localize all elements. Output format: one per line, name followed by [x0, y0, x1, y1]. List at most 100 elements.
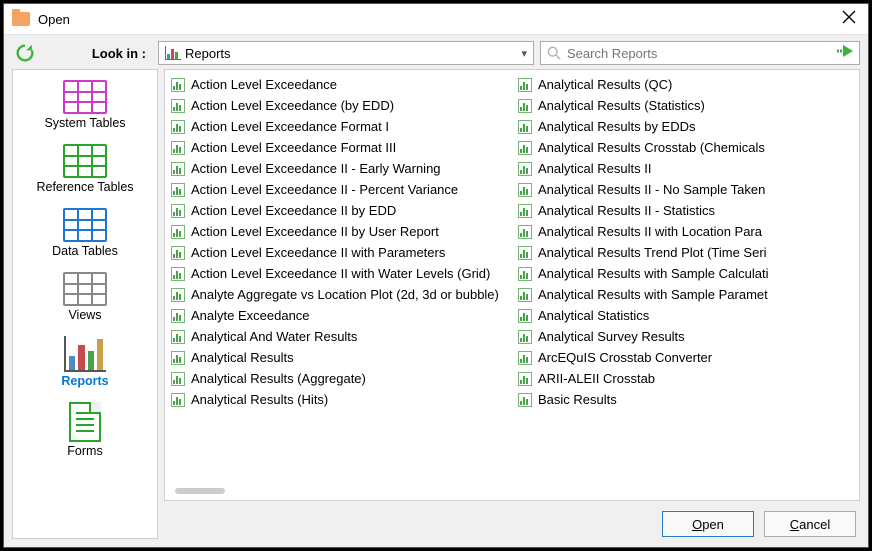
close-button[interactable]	[842, 10, 860, 28]
report-icon	[518, 78, 532, 92]
report-icon	[518, 225, 532, 239]
report-list[interactable]: Action Level Exceedance Action Level Exce…	[164, 69, 860, 501]
lookin-dropdown[interactable]: Reports ▾	[158, 41, 534, 65]
report-icon	[171, 183, 185, 197]
list-item[interactable]: Analytical Results with Sample Calculati	[512, 263, 859, 284]
list-item-label: Analytical Results Crosstab (Chemicals	[538, 140, 765, 155]
list-item[interactable]: Action Level Exceedance II by EDD	[165, 200, 512, 221]
search-input[interactable]	[565, 45, 833, 62]
sidebar-item-system-tables[interactable]: System Tables	[15, 76, 155, 136]
list-item[interactable]: Action Level Exceedance Format I	[165, 116, 512, 137]
list-item-label: Action Level Exceedance II with Water Le…	[191, 266, 490, 281]
search-icon	[547, 46, 561, 60]
list-item-label: Analytical And Water Results	[191, 329, 357, 344]
list-item[interactable]: Analytical Results (Aggregate)	[165, 368, 512, 389]
report-icon	[171, 204, 185, 218]
window-title: Open	[38, 12, 70, 27]
list-item[interactable]: Analytical Results by EDDs	[512, 116, 859, 137]
list-item-label: Action Level Exceedance Format I	[191, 119, 389, 134]
list-item-label: Action Level Exceedance II - Percent Var…	[191, 182, 458, 197]
list-item[interactable]: Analytical Results with Sample Paramet	[512, 284, 859, 305]
list-item-label: Action Level Exceedance II by User Repor…	[191, 224, 439, 239]
report-icon	[171, 267, 185, 281]
report-icon	[171, 372, 185, 386]
list-item[interactable]: Analytical Results II - No Sample Taken	[512, 179, 859, 200]
list-item-label: Action Level Exceedance II with Paramete…	[191, 245, 445, 260]
list-item[interactable]: Action Level Exceedance II with Water Le…	[165, 263, 512, 284]
cancel-button[interactable]: Cancel	[764, 511, 856, 537]
report-icon	[518, 246, 532, 260]
sidebar-item-label: Reference Tables	[36, 180, 133, 194]
list-item[interactable]: Analytical Results (QC)	[512, 74, 859, 95]
sidebar-item-label: Reports	[61, 374, 108, 388]
list-item[interactable]: ARII-ALEII Crosstab	[512, 368, 859, 389]
sidebar-item-label: System Tables	[44, 116, 125, 130]
report-icon	[518, 372, 532, 386]
refresh-icon	[14, 42, 36, 64]
report-icon	[171, 351, 185, 365]
open-button[interactable]: Open	[662, 511, 754, 537]
list-item[interactable]: Analytical And Water Results	[165, 326, 512, 347]
list-item[interactable]: Action Level Exceedance II with Paramete…	[165, 242, 512, 263]
report-icon	[518, 267, 532, 281]
list-item[interactable]: Analytical Results Trend Plot (Time Seri	[512, 242, 859, 263]
list-item[interactable]: Analytical Results II	[512, 158, 859, 179]
report-icon	[171, 120, 185, 134]
list-item[interactable]: Analyte Exceedance	[165, 305, 512, 326]
list-item[interactable]: Analytical Results Crosstab (Chemicals	[512, 137, 859, 158]
list-item[interactable]: ArcEQuIS Crosstab Converter	[512, 347, 859, 368]
report-icon	[518, 204, 532, 218]
dialog-buttons: Open Cancel	[164, 501, 860, 539]
sidebar-item-reports[interactable]: Reports	[15, 332, 155, 394]
list-item[interactable]: Action Level Exceedance	[165, 74, 512, 95]
list-item-label: Analytical Results (QC)	[538, 77, 672, 92]
list-item[interactable]: Analytical Results II - Statistics	[512, 200, 859, 221]
report-icon	[171, 393, 185, 407]
report-icon	[518, 288, 532, 302]
report-icon	[518, 183, 532, 197]
refresh-button[interactable]	[12, 40, 38, 66]
report-column: Action Level Exceedance Action Level Exce…	[165, 70, 512, 500]
list-item[interactable]: Analytical Results	[165, 347, 512, 368]
report-icon	[171, 246, 185, 260]
search-go-button[interactable]	[837, 44, 855, 62]
open-dialog: Open Look in : Repo	[3, 3, 869, 548]
list-item-label: ARII-ALEII Crosstab	[538, 371, 655, 386]
titlebar: Open	[4, 4, 868, 34]
report-icon	[171, 78, 185, 92]
list-item-label: Basic Results	[538, 392, 617, 407]
list-item[interactable]: Action Level Exceedance II - Percent Var…	[165, 179, 512, 200]
list-item-label: Analytical Results	[191, 350, 294, 365]
sidebar-item-reference-tables[interactable]: Reference Tables	[15, 140, 155, 200]
list-item[interactable]: Action Level Exceedance II - Early Warni…	[165, 158, 512, 179]
list-item[interactable]: Analytical Results (Hits)	[165, 389, 512, 410]
list-item[interactable]: Analytical Results II with Location Para	[512, 221, 859, 242]
list-item[interactable]: Action Level Exceedance II by User Repor…	[165, 221, 512, 242]
table-icon	[63, 272, 107, 306]
report-icon	[171, 99, 185, 113]
list-item[interactable]: Analyte Aggregate vs Location Plot (2d, …	[165, 284, 512, 305]
list-item-label: Analytical Results II	[538, 161, 651, 176]
lookin-selected: Reports	[185, 46, 521, 61]
list-item-label: Analytical Results by EDDs	[538, 119, 696, 134]
list-item[interactable]: Action Level Exceedance (by EDD)	[165, 95, 512, 116]
category-sidebar: System Tables Reference Tables Data Tables…	[12, 69, 158, 539]
list-item[interactable]: Analytical Results (Statistics)	[512, 95, 859, 116]
search-field[interactable]	[540, 41, 860, 65]
list-item-label: Analytical Results II with Location Para	[538, 224, 762, 239]
list-item[interactable]: Analytical Statistics	[512, 305, 859, 326]
list-item-label: Action Level Exceedance (by EDD)	[191, 98, 394, 113]
sidebar-item-forms[interactable]: Forms	[15, 398, 155, 464]
list-item-label: Analytical Statistics	[538, 308, 649, 323]
top-row: Look in : Reports ▾	[12, 35, 860, 67]
list-item-label: ArcEQuIS Crosstab Converter	[538, 350, 712, 365]
horizontal-scrollbar[interactable]	[175, 488, 225, 494]
list-item[interactable]: Action Level Exceedance Format III	[165, 137, 512, 158]
list-item[interactable]: Basic Results	[512, 389, 859, 410]
report-icon	[171, 162, 185, 176]
sidebar-item-views[interactable]: Views	[15, 268, 155, 328]
chart-icon	[64, 336, 106, 372]
sidebar-item-data-tables[interactable]: Data Tables	[15, 204, 155, 264]
list-item-label: Analytical Results Trend Plot (Time Seri	[538, 245, 767, 260]
list-item[interactable]: Analytical Survey Results	[512, 326, 859, 347]
